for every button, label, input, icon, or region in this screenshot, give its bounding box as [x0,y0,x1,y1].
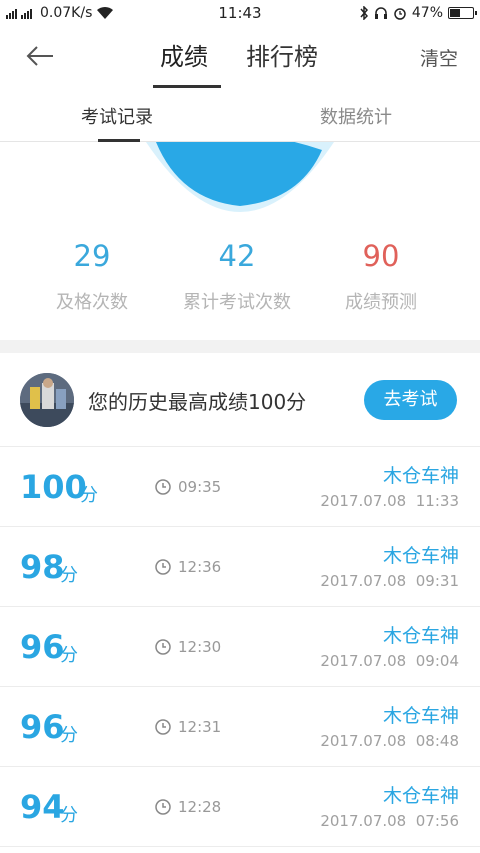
records-list: 100 分 09:35 木仓车神 2017.07.08 11:33 98 分 1… [0,447,480,847]
tab-ranking[interactable]: 排行榜 [246,40,318,74]
record-score-unit: 分 [60,725,78,746]
record-name: 木仓车神 [382,705,459,727]
section-divider [0,340,480,353]
avatar-image [20,373,74,427]
back-button[interactable] [22,40,58,72]
record-score-unit: 分 [60,645,78,666]
stat-prediction: 90 成绩预测 [301,238,461,314]
record-duration: 12:28 [178,798,222,816]
gauge-graphic [146,142,334,212]
bluetooth-icon [360,6,368,20]
stat-label: 及格次数 [56,292,128,313]
record-row[interactable]: 94 分 12:28 木仓车神 2017.07.08 07:56 [0,767,480,847]
record-score: 100 [20,468,87,506]
record-name: 木仓车神 [382,465,459,487]
stat-total: 42 累计考试次数 [157,238,317,314]
clock-icon [155,719,171,735]
record-date: 2017.07.08 07:56 [320,812,459,830]
record-score: 96 [20,628,65,666]
clear-button[interactable]: 清空 [420,44,458,71]
record-date: 2017.07.08 09:04 [320,652,459,670]
network-speed: 0.07K/s [40,5,93,21]
stat-label: 累计考试次数 [183,292,291,313]
record-score-unit: 分 [80,485,98,506]
stat-value: 42 [218,239,256,273]
record-score: 94 [20,788,65,826]
record-duration: 09:35 [178,478,222,496]
record-name: 木仓车神 [382,545,459,567]
arrow-left-icon [26,46,53,66]
score-gauge [0,142,480,222]
tab-scores[interactable]: 成绩 [160,40,208,74]
record-score-unit: 分 [60,805,78,826]
alarm-icon [394,8,406,20]
battery-fill [450,9,461,17]
clock-icon [155,799,171,815]
wifi-icon [97,6,114,19]
record-score-unit: 分 [60,565,78,586]
status-bar: 0.07K/s 11:43 47% [0,0,480,26]
stat-passed: 29 及格次数 [12,238,172,314]
take-exam-button[interactable]: 去考试 [364,380,457,420]
battery-percent: 47% [411,5,443,21]
avatar[interactable] [20,373,74,427]
clock-icon [155,479,171,495]
stats-row: 29 及格次数 42 累计考试次数 90 成绩预测 [0,230,480,320]
record-row[interactable]: 98 分 12:36 木仓车神 2017.07.08 09:31 [0,527,480,607]
best-score-row: 您的历史最高成绩100分 去考试 [0,353,480,447]
record-date: 2017.07.08 08:48 [320,732,459,750]
clock-icon [155,559,171,575]
status-right: 47% [359,5,477,21]
stat-value: 90 [362,239,400,273]
record-score: 96 [20,708,65,746]
record-date: 2017.07.08 09:31 [320,572,459,590]
record-row[interactable]: 96 分 12:30 木仓车神 2017.07.08 09:04 [0,607,480,687]
record-name: 木仓车神 [382,785,459,807]
headphone-icon [374,7,387,19]
record-name: 木仓车神 [382,625,459,647]
record-duration: 12:36 [178,558,222,576]
stat-value: 29 [73,239,111,273]
record-row[interactable]: 96 分 12:31 木仓车神 2017.07.08 08:48 [0,687,480,767]
tab-exam-records[interactable]: 考试记录 [81,103,153,129]
status-left: 0.07K/s [6,5,114,21]
record-duration: 12:31 [178,718,222,736]
tab-data-stats[interactable]: 数据统计 [320,103,392,129]
signal-icon [6,9,32,19]
record-duration: 12:30 [178,638,222,656]
record-score: 98 [20,548,65,586]
record-date: 2017.07.08 11:33 [320,492,459,510]
stat-label: 成绩预测 [345,292,417,313]
best-score-text: 您的历史最高成绩100分 [88,390,307,414]
nav-bar: 成绩 排行榜 清空 [0,26,480,88]
clock-icon [155,639,171,655]
sub-tabs: 考试记录 数据统计 [0,88,480,142]
battery-icon [448,7,477,19]
record-row[interactable]: 100 分 09:35 木仓车神 2017.07.08 11:33 [0,447,480,527]
